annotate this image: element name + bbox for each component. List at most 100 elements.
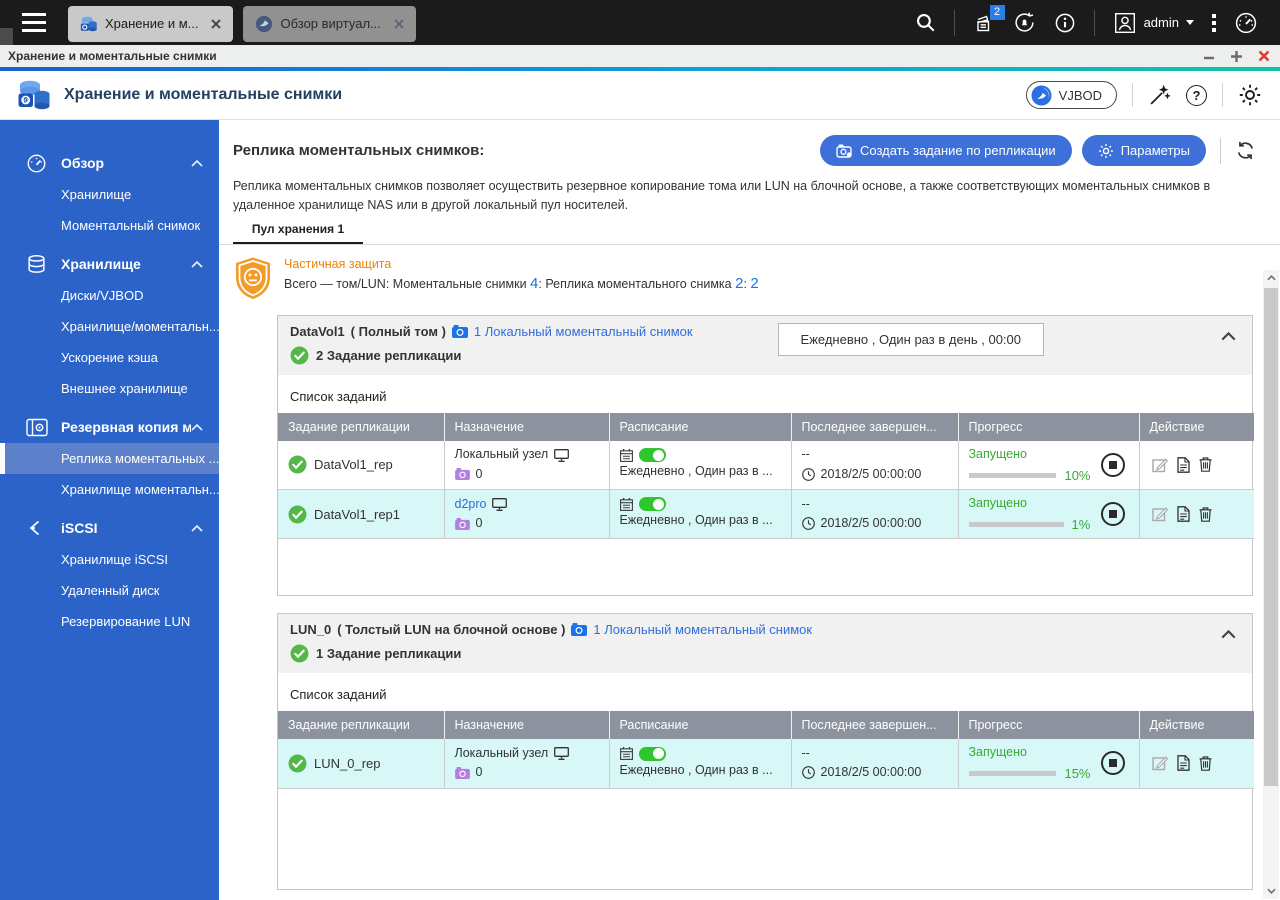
- database-icon: [26, 254, 48, 275]
- delete-job-icon[interactable]: [1199, 756, 1212, 771]
- stop-job-button[interactable]: [1100, 751, 1125, 776]
- sidebar-item-external-storage[interactable]: Внешнее хранилище: [0, 373, 219, 404]
- destination-name-link[interactable]: d2pro: [455, 495, 487, 514]
- table-row[interactable]: DataVol1_rep Локальный узел 0 Ежедневно …: [278, 440, 1254, 490]
- tab-storage-snapshots[interactable]: Хранение и м...: [68, 5, 234, 42]
- clock-icon: [801, 517, 815, 531]
- schedule-summary-box[interactable]: Ежедневно , Один раз в день , 00:00: [777, 322, 1044, 356]
- schedule-toggle-on[interactable]: [638, 746, 666, 761]
- item-label: Ускорение кэша: [61, 350, 158, 365]
- edit-job-icon[interactable]: [1151, 506, 1168, 522]
- maximize-icon[interactable]: [1230, 50, 1243, 63]
- item-label: Удаленный диск: [61, 583, 160, 598]
- delete-job-icon[interactable]: [1199, 506, 1212, 522]
- sidebar-item-snapshot-vault[interactable]: Хранилище моментальн...: [0, 474, 219, 505]
- local-snapshot-link[interactable]: 1 Локальный моментальный снимок: [593, 622, 812, 637]
- minimize-icon[interactable]: [1203, 50, 1215, 62]
- tab-virtualization-overview[interactable]: Обзор виртуал...: [243, 5, 416, 42]
- table-row[interactable]: LUN_0_rep Локальный узел 0 Ежедневно , О…: [278, 739, 1254, 789]
- sidebar-item-storage-snapshots[interactable]: Хранилище/моментальн...: [0, 311, 219, 342]
- schedule-toggle-on[interactable]: [638, 448, 666, 463]
- settings-button[interactable]: Параметры: [1081, 135, 1206, 166]
- volume-type: ( Толстый LUN на блочной основе ): [337, 622, 566, 637]
- edit-job-icon[interactable]: [1151, 457, 1168, 473]
- sidebar-group-iscsi[interactable]: iSCSI: [0, 512, 219, 544]
- col-progress: Прогресс: [958, 412, 1140, 441]
- collapse-panel-icon[interactable]: [1221, 331, 1236, 341]
- scroll-down-icon[interactable]: [1263, 883, 1279, 899]
- sidebar-item-snapshot-overview[interactable]: Моментальный снимок: [0, 210, 219, 241]
- schedule-toggle-on[interactable]: [638, 497, 666, 512]
- gear-icon[interactable]: [1238, 83, 1262, 107]
- col-job: Задание репликации: [278, 711, 445, 739]
- info-icon[interactable]: [1054, 12, 1076, 34]
- delete-job-icon[interactable]: [1199, 457, 1212, 473]
- content-header: Реплика моментальных снимков: Создать за…: [219, 120, 1280, 166]
- local-snapshot-link[interactable]: 1 Локальный моментальный снимок: [474, 324, 693, 339]
- wizard-wand-icon[interactable]: [1148, 84, 1171, 107]
- check-circle-icon: [290, 644, 309, 663]
- stop-job-button[interactable]: [1100, 452, 1125, 477]
- help-icon[interactable]: ?: [1186, 84, 1207, 106]
- create-replication-job-button[interactable]: Создать задание по репликации: [819, 135, 1072, 166]
- monitor-icon: [492, 497, 508, 511]
- topbar-actions: 2 admin: [915, 4, 1280, 36]
- job-log-icon[interactable]: [1176, 755, 1190, 772]
- item-label: Реплика моментальных ...: [61, 451, 219, 466]
- sidebar-item-remote-disk[interactable]: Удаленный диск: [0, 575, 219, 606]
- job-log-icon[interactable]: [1176, 456, 1190, 473]
- vertical-scrollbar[interactable]: [1263, 270, 1279, 899]
- edit-job-icon[interactable]: [1151, 755, 1168, 771]
- more-options-icon[interactable]: [1212, 13, 1216, 32]
- replica-count-2: 2: [750, 274, 759, 292]
- sidebar-item-lun-backup[interactable]: Резервирование LUN: [0, 606, 219, 637]
- app-header: IO Хранение и моментальные снимки VJBOD …: [0, 71, 1280, 120]
- calendar-icon: [619, 497, 633, 511]
- search-icon[interactable]: [915, 12, 936, 33]
- job-status: Запущено: [968, 496, 1027, 510]
- tab-close-icon[interactable]: [394, 18, 404, 29]
- scrollbar-thumb[interactable]: [1264, 288, 1278, 786]
- refresh-icon[interactable]: [1235, 140, 1256, 161]
- tab-close-icon[interactable]: [211, 18, 222, 29]
- scroll-up-icon[interactable]: [1263, 270, 1279, 286]
- stop-job-button[interactable]: [1100, 502, 1125, 526]
- sidebar-group-overview[interactable]: Обзор: [0, 147, 219, 179]
- vjbod-button[interactable]: VJBOD: [1025, 81, 1117, 109]
- replication-jobs-table: Задание репликации Назначение Расписание…: [278, 412, 1254, 539]
- left-edge-strip: [0, 28, 13, 45]
- user-avatar-icon: [1113, 11, 1137, 35]
- sidebar-item-cache-acceleration[interactable]: Ускорение кэша: [0, 342, 219, 373]
- sidebar-item-snapshot-replica[interactable]: Реплика моментальных ...: [0, 443, 219, 474]
- storage-snapshots-app-icon: IO: [16, 77, 52, 113]
- sidebar-group-storage[interactable]: Хранилище: [0, 248, 219, 280]
- collapse-panel-icon[interactable]: [1221, 630, 1236, 639]
- user-menu[interactable]: admin: [1113, 11, 1194, 35]
- event-logs-icon[interactable]: 2: [973, 4, 1005, 34]
- item-label: Моментальный снимок: [61, 218, 201, 233]
- sidebar-group-snapshot-backup[interactable]: Резервная копия мо...: [0, 411, 219, 443]
- last-time: 2018/2/5 00:00:00: [820, 765, 922, 780]
- svg-text:IO: IO: [23, 98, 29, 104]
- calendar-icon: [619, 448, 633, 462]
- background-tasks-icon[interactable]: [1013, 11, 1036, 34]
- schedule-text: Ежедневно , Один раз в ...: [619, 464, 773, 479]
- sidebar-item-disks-vjbod[interactable]: Диски/VJBOD: [0, 280, 219, 311]
- job-name: DataVol1_rep1: [314, 506, 401, 522]
- item-label: Хранилище: [61, 187, 132, 202]
- job-list-label: Список заданий: [290, 687, 387, 702]
- table-row[interactable]: DataVol1_rep1 d2pro 0 Ежедневно , Один р…: [278, 489, 1254, 539]
- snapshot-count: 0: [475, 466, 483, 481]
- username: admin: [1143, 15, 1179, 30]
- snapshot-camera-icon: [454, 468, 470, 481]
- dashboard-icon[interactable]: [1234, 11, 1258, 35]
- progress-percent: 1%: [1071, 517, 1091, 532]
- shield-icon: [233, 256, 273, 305]
- sidebar-item-storage-overview[interactable]: Хранилище: [0, 179, 219, 210]
- job-log-icon[interactable]: [1176, 506, 1190, 522]
- close-icon[interactable]: [1258, 50, 1270, 62]
- tab-storage-pool-1[interactable]: Пул хранения 1: [233, 222, 363, 245]
- totals-prefix: Всего — том/LUN: Моментальные снимки: [284, 276, 531, 291]
- snapshot-camera-icon: [454, 766, 470, 779]
- sidebar-item-iscsi-storage[interactable]: Хранилище iSCSI: [0, 544, 219, 575]
